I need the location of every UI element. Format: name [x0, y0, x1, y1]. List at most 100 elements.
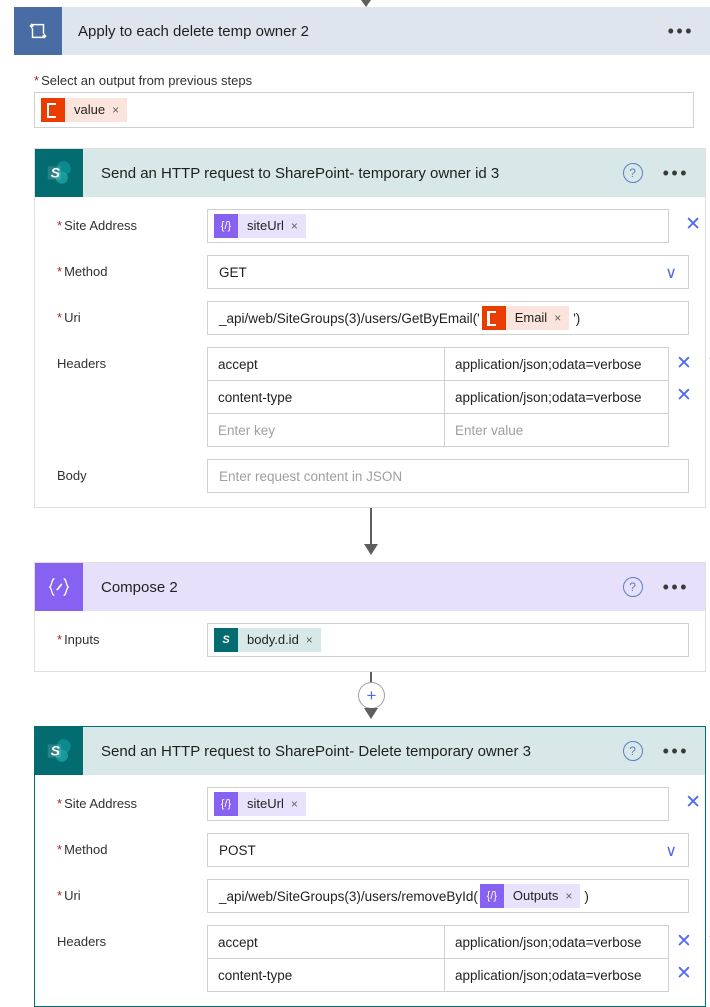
table-row[interactable]: Enter key Enter value — [207, 413, 669, 447]
token-remove-icon[interactable]: × — [554, 311, 569, 325]
header-key[interactable]: content-type — [207, 958, 445, 992]
inputs-input[interactable]: S body.d.id × — [207, 623, 689, 657]
header-value[interactable]: application/json;odata=verbose — [444, 958, 669, 992]
table-row[interactable]: accept application/json;odata=verbose — [207, 347, 669, 381]
remove-header-row-button[interactable]: ✕ — [669, 379, 699, 411]
header-key[interactable]: content-type — [207, 380, 445, 414]
header-value[interactable]: application/json;odata=verbose — [444, 925, 669, 959]
remove-header-row-button[interactable]: ✕ — [669, 347, 699, 379]
token-value[interactable]: value × — [41, 98, 128, 122]
required-asterisk: * — [57, 888, 63, 903]
field-site-address: * Site Address {/} siteUrl × ✕ — [35, 209, 705, 243]
remove-header-row-button[interactable]: ✕ — [669, 925, 699, 957]
uri-suffix-text: ) — [584, 888, 589, 904]
action-card-header[interactable]: Compose 2 ? ••• — [35, 563, 705, 611]
arrow-head-icon — [364, 708, 378, 719]
table-row[interactable]: content-type application/json;odata=verb… — [207, 958, 669, 992]
expression-icon: {/} — [214, 214, 238, 238]
scope-menu-button[interactable]: ••• — [668, 22, 694, 40]
token-remove-icon[interactable]: × — [565, 889, 580, 903]
delete-table-icon[interactable] — [699, 347, 710, 379]
action-card-body: * Site Address {/} siteUrl × ✕ * Method … — [35, 775, 710, 1006]
uri-prefix-text: _api/web/SiteGroups(3)/users/GetByEmail(… — [219, 310, 480, 326]
uri-suffix-text: ') — [573, 310, 581, 326]
field-headers: Headers accept application/json;odata=ve… — [35, 925, 710, 992]
required-asterisk: * — [57, 218, 63, 233]
select-output-label-text: Select an output from previous steps — [41, 73, 253, 88]
arrow-head-icon — [361, 0, 371, 7]
token-remove-icon[interactable]: × — [291, 219, 306, 233]
body-input[interactable]: Enter request content in JSON — [207, 459, 689, 493]
field-site-address: * Site Address {/} siteUrl × ✕ — [35, 787, 705, 821]
table-row[interactable]: content-type application/json;odata=verb… — [207, 380, 669, 414]
apply-to-each-scope: Apply to each delete temp owner 2 ••• * S… — [14, 7, 710, 1007]
action-card-http-delete-temp-owner-3[interactable]: S Send an HTTP request to SharePoint- De… — [34, 726, 710, 1007]
svg-text:S: S — [51, 165, 61, 181]
scope-title: Apply to each delete temp owner 2 — [78, 22, 309, 40]
select-output-input[interactable]: value × — [34, 92, 694, 128]
token-body-d-id[interactable]: S body.d.id × — [214, 628, 321, 652]
method-dropdown[interactable]: POST — [207, 833, 689, 867]
token-siteurl[interactable]: {/} siteUrl × — [214, 792, 306, 816]
action-card-header[interactable]: S Send an HTTP request to SharePoint- te… — [35, 149, 705, 197]
loop-icon — [14, 7, 62, 55]
token-remove-icon[interactable]: × — [291, 797, 306, 811]
field-label-uri: * Uri — [57, 301, 207, 325]
token-remove-icon[interactable]: × — [112, 103, 127, 117]
method-value: POST — [219, 842, 256, 858]
label-text: Headers — [57, 356, 107, 371]
close-icon[interactable]: ✕ — [676, 386, 692, 405]
action-menu-button[interactable]: ••• — [663, 164, 689, 182]
label-text: Site Address — [64, 796, 138, 811]
token-email[interactable]: Email × — [481, 306, 570, 330]
header-value[interactable]: application/json;odata=verbose — [444, 380, 669, 414]
header-value-placeholder[interactable]: Enter value — [444, 413, 669, 447]
connector-line — [370, 508, 372, 546]
action-card-http-temp-owner-id-3[interactable]: S Send an HTTP request to SharePoint- te… — [34, 148, 710, 508]
help-icon[interactable]: ? — [622, 577, 643, 597]
expression-icon: {/} — [214, 792, 238, 816]
uri-input[interactable]: _api/web/SiteGroups(3)/users/removeById(… — [207, 879, 689, 913]
action-menu-button[interactable]: ••• — [663, 742, 689, 760]
uri-input[interactable]: _api/web/SiteGroups(3)/users/GetByEmail(… — [207, 301, 689, 335]
label-text: Inputs — [64, 632, 100, 647]
connector-add-step: + — [34, 672, 706, 726]
action-title: Compose 2 — [101, 578, 178, 596]
site-address-input[interactable]: {/} siteUrl × — [207, 209, 669, 243]
close-icon[interactable]: ✕ — [676, 354, 692, 373]
close-icon[interactable]: ✕ — [676, 964, 692, 983]
header-key[interactable]: accept — [207, 925, 445, 959]
delete-table-icon[interactable] — [699, 925, 710, 957]
chevron-down-icon[interactable]: ∨ — [665, 841, 677, 861]
header-key-placeholder[interactable]: Enter key — [207, 413, 445, 447]
header-value[interactable]: application/json;odata=verbose — [444, 347, 669, 381]
site-address-input[interactable]: {/} siteUrl × — [207, 787, 669, 821]
clear-site-address-button[interactable]: ✕ — [685, 215, 701, 235]
scope-header[interactable]: Apply to each delete temp owner 2 ••• — [14, 7, 710, 55]
action-title: Send an HTTP request to SharePoint- temp… — [101, 164, 500, 182]
action-card-header[interactable]: S Send an HTTP request to SharePoint- De… — [35, 727, 705, 775]
action-card-compose-2[interactable]: Compose 2 ? ••• * Inputs S body.d.id × — [34, 562, 706, 672]
help-icon[interactable]: ? — [622, 741, 643, 761]
help-icon[interactable]: ? — [622, 163, 643, 183]
clear-site-address-button[interactable]: ✕ — [685, 793, 701, 813]
label-text: Method — [64, 264, 108, 279]
token-label: Outputs — [512, 888, 559, 903]
close-icon[interactable]: ✕ — [676, 932, 692, 951]
table-row[interactable]: accept application/json;odata=verbose — [207, 925, 669, 959]
token-remove-icon[interactable]: × — [306, 633, 321, 647]
field-uri: * Uri _api/web/SiteGroups(3)/users/GetByE… — [35, 301, 705, 335]
field-method: * Method POST ∨ — [35, 833, 705, 867]
field-inputs: * Inputs S body.d.id × — [35, 623, 705, 657]
chevron-down-icon[interactable]: ∨ — [665, 263, 677, 283]
svg-text:S: S — [51, 743, 61, 759]
required-asterisk: * — [57, 842, 63, 857]
token-outputs[interactable]: {/} Outputs × — [479, 884, 581, 908]
office365-outlook-icon — [41, 98, 65, 122]
token-siteurl[interactable]: {/} siteUrl × — [214, 214, 306, 238]
add-step-button[interactable]: + — [358, 682, 385, 709]
action-menu-button[interactable]: ••• — [663, 578, 689, 596]
method-dropdown[interactable]: GET — [207, 255, 689, 289]
header-key[interactable]: accept — [207, 347, 445, 381]
compose-expression-icon — [35, 563, 83, 611]
